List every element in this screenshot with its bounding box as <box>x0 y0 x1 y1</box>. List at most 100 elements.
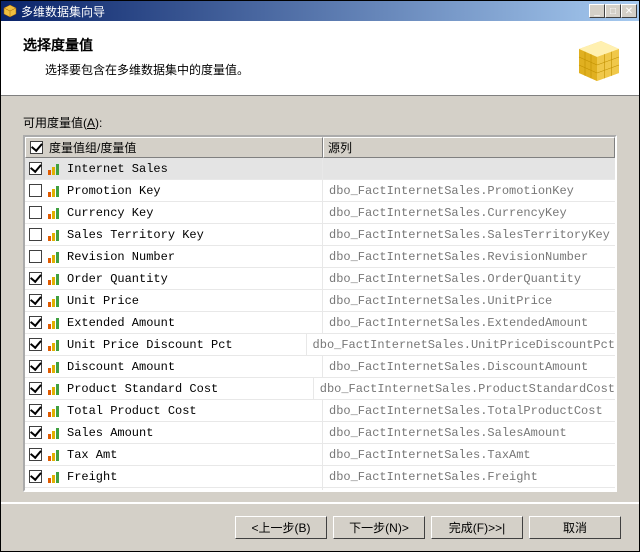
measure-icon <box>48 251 61 263</box>
table-row[interactable]: Freight dbo_FactInternetSales.Freight <box>25 466 615 488</box>
measure-icon <box>48 317 61 329</box>
measure-name: Currency Key <box>67 206 153 220</box>
source-column: dbo_FactInternetSales.PromotionKey <box>323 184 615 198</box>
col-header-source[interactable]: 源列 <box>323 137 615 158</box>
measure-name: Revision Number <box>67 250 175 264</box>
row-checkbox[interactable] <box>29 162 42 175</box>
source-column: dbo_FactInternetSales.RevisionNumber <box>323 250 615 264</box>
select-all-checkbox[interactable] <box>30 141 43 154</box>
table-row[interactable]: Sales Territory Key dbo_FactInternetSales… <box>25 224 615 246</box>
table-row[interactable]: Revision Number dbo_FactInternetSales.Rev… <box>25 246 615 268</box>
measure-icon <box>48 361 61 373</box>
table-row[interactable]: Product Standard Cost dbo_FactInternetSal… <box>25 378 615 400</box>
minimize-button[interactable]: _ <box>589 4 605 18</box>
row-checkbox[interactable] <box>29 426 42 439</box>
wizard-header: 选择度量值 选择要包含在多维数据集中的度量值。 <box>1 21 639 96</box>
next-button[interactable]: 下一步(N) <box>333 516 425 539</box>
source-column: dbo_FactInternetSales.UnitPrice <box>323 294 615 308</box>
measure-icon <box>48 339 61 351</box>
table-body: Internet Sales Promotion Key dbo_FactInter… <box>25 158 615 490</box>
measure-name: Total Product Cost <box>67 404 197 418</box>
measure-icon <box>48 383 61 395</box>
measure-name: Promotion Key <box>67 184 161 198</box>
row-checkbox[interactable] <box>29 294 42 307</box>
measures-table: 度量值组/度量值 源列 Internet Sales Promotion Key d… <box>23 135 617 492</box>
page-subtitle: 选择要包含在多维数据集中的度量值。 <box>45 61 569 78</box>
measure-name: Unit Price <box>67 294 139 308</box>
title-bar: 多维数据集向导 _ □ ✕ <box>1 1 639 21</box>
measure-name: Freight <box>67 470 117 484</box>
wizard-window: 多维数据集向导 _ □ ✕ 选择度量值 选择要包含在多维数据集中的度量值。 <box>0 0 640 552</box>
table-row[interactable]: Tax Amt dbo_FactInternetSales.TaxAmt <box>25 444 615 466</box>
source-column: dbo_FactInternetSales.UnitPriceDiscountP… <box>307 338 615 352</box>
table-row[interactable]: Promotion Key dbo_FactInternetSales.Promo… <box>25 180 615 202</box>
col-header-group[interactable]: 度量值组/度量值 <box>25 137 323 158</box>
table-row[interactable]: Total Product Cost dbo_FactInternetSales.… <box>25 400 615 422</box>
table-header: 度量值组/度量值 源列 <box>25 137 615 158</box>
row-checkbox[interactable] <box>29 382 42 395</box>
row-checkbox[interactable] <box>29 206 42 219</box>
page-title: 选择度量值 <box>23 35 569 55</box>
measure-name: Discount Amount <box>67 360 175 374</box>
measure-icon <box>48 427 61 439</box>
source-column: dbo_FactInternetSales.ProductStandardCos… <box>314 382 615 396</box>
source-column: dbo_FactInternetSales.TaxAmt <box>323 448 615 462</box>
row-checkbox[interactable] <box>29 250 42 263</box>
wizard-cube-icon <box>569 37 621 85</box>
measure-name: Sales Amount <box>67 426 153 440</box>
table-row[interactable]: Internet Sales <box>25 158 615 180</box>
row-checkbox[interactable] <box>29 470 42 483</box>
measure-icon <box>48 449 61 461</box>
measure-name: Order Quantity <box>67 272 168 286</box>
row-checkbox[interactable] <box>29 228 42 241</box>
source-column: dbo_FactInternetSales.ExtendedAmount <box>323 316 615 330</box>
source-column: dbo_FactInternetSales.DiscountAmount <box>323 360 615 374</box>
table-row[interactable]: Unit Price Discount Pct dbo_FactInternetS… <box>25 334 615 356</box>
table-row[interactable]: Internet Sales 计数dbo_FactInternetSales <box>25 488 615 490</box>
table-row[interactable]: Order Quantity dbo_FactInternetSales.Orde… <box>25 268 615 290</box>
measure-icon <box>48 471 61 483</box>
table-row[interactable]: Sales Amount dbo_FactInternetSales.SalesA… <box>25 422 615 444</box>
wizard-body: 可用度量值(A): 度量值组/度量值 源列 Internet Sales Prom… <box>1 96 639 502</box>
source-column: dbo_FactInternetSales.CurrencyKey <box>323 206 615 220</box>
maximize-button[interactable]: □ <box>605 4 621 18</box>
row-checkbox[interactable] <box>29 404 42 417</box>
cube-icon <box>3 4 17 18</box>
source-column: dbo_FactInternetSales.SalesTerritoryKey <box>323 228 615 242</box>
source-column: dbo_FactInternetSales.OrderQuantity <box>323 272 615 286</box>
row-checkbox[interactable] <box>29 316 42 329</box>
measure-icon <box>48 273 61 285</box>
measure-icon <box>48 163 61 175</box>
measure-icon <box>48 207 61 219</box>
row-checkbox[interactable] <box>29 184 42 197</box>
table-row[interactable]: Unit Price dbo_FactInternetSales.UnitPric… <box>25 290 615 312</box>
measure-name: Tax Amt <box>67 448 117 462</box>
row-checkbox[interactable] <box>29 448 42 461</box>
table-row[interactable]: Discount Amount dbo_FactInternetSales.Dis… <box>25 356 615 378</box>
back-button[interactable]: 上一步(B) <box>235 516 327 539</box>
row-checkbox[interactable] <box>29 272 42 285</box>
source-column: dbo_FactInternetSales.SalesAmount <box>323 426 615 440</box>
measure-icon <box>48 185 61 197</box>
table-row[interactable]: Extended Amount dbo_FactInternetSales.Ext… <box>25 312 615 334</box>
wizard-footer: 上一步(B) 下一步(N) 完成(F) >>| 取消 <box>1 503 639 551</box>
available-measures-label: 可用度量值(A): <box>23 114 617 131</box>
measure-name: Extended Amount <box>67 316 175 330</box>
close-button[interactable]: ✕ <box>621 4 637 18</box>
measure-icon <box>48 295 61 307</box>
measure-name: Unit Price Discount Pct <box>67 338 233 352</box>
source-column: dbo_FactInternetSales.Freight <box>323 470 615 484</box>
cancel-button[interactable]: 取消 <box>529 516 621 539</box>
measure-icon <box>48 405 61 417</box>
source-column: dbo_FactInternetSales.TotalProductCost <box>323 404 615 418</box>
row-checkbox[interactable] <box>29 360 42 373</box>
measure-name: Internet Sales <box>67 162 168 176</box>
window-title: 多维数据集向导 <box>21 3 589 20</box>
window-buttons: _ □ ✕ <box>589 4 637 18</box>
measure-name: Product Standard Cost <box>67 382 218 396</box>
finish-button[interactable]: 完成(F) >>| <box>431 516 523 539</box>
row-checkbox[interactable] <box>29 338 42 351</box>
measure-icon <box>48 229 61 241</box>
table-row[interactable]: Currency Key dbo_FactInternetSales.Curren… <box>25 202 615 224</box>
measure-name: Sales Territory Key <box>67 228 204 242</box>
